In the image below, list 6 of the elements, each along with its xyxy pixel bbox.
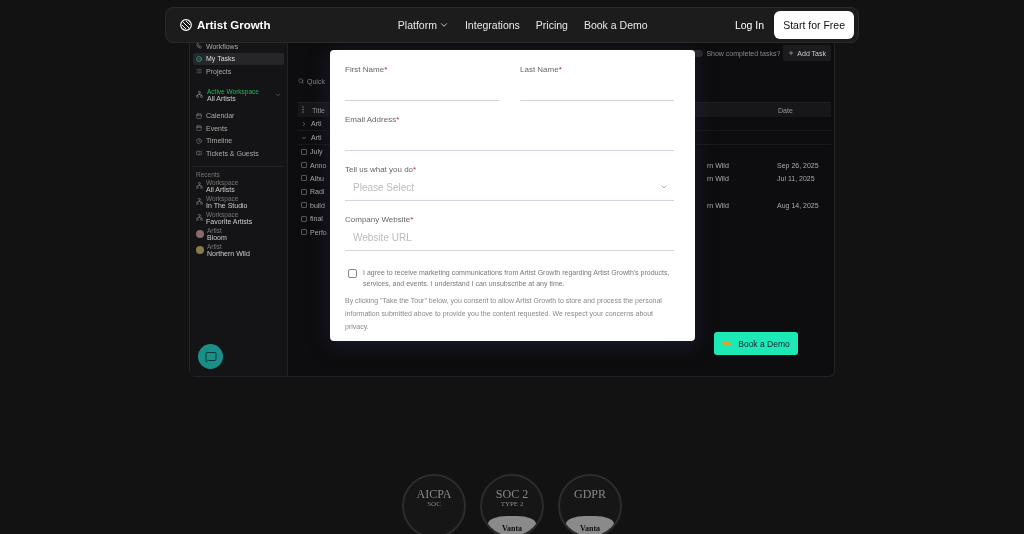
field-label: Email Address* bbox=[345, 115, 401, 124]
compliance-badge: GDPR Vanta bbox=[558, 474, 622, 534]
field-label: Tell us what you do* bbox=[345, 165, 418, 174]
field-label: Last Name* bbox=[520, 65, 563, 74]
field-label: First Name* bbox=[345, 65, 389, 74]
field-label: Company Website* bbox=[345, 215, 415, 224]
